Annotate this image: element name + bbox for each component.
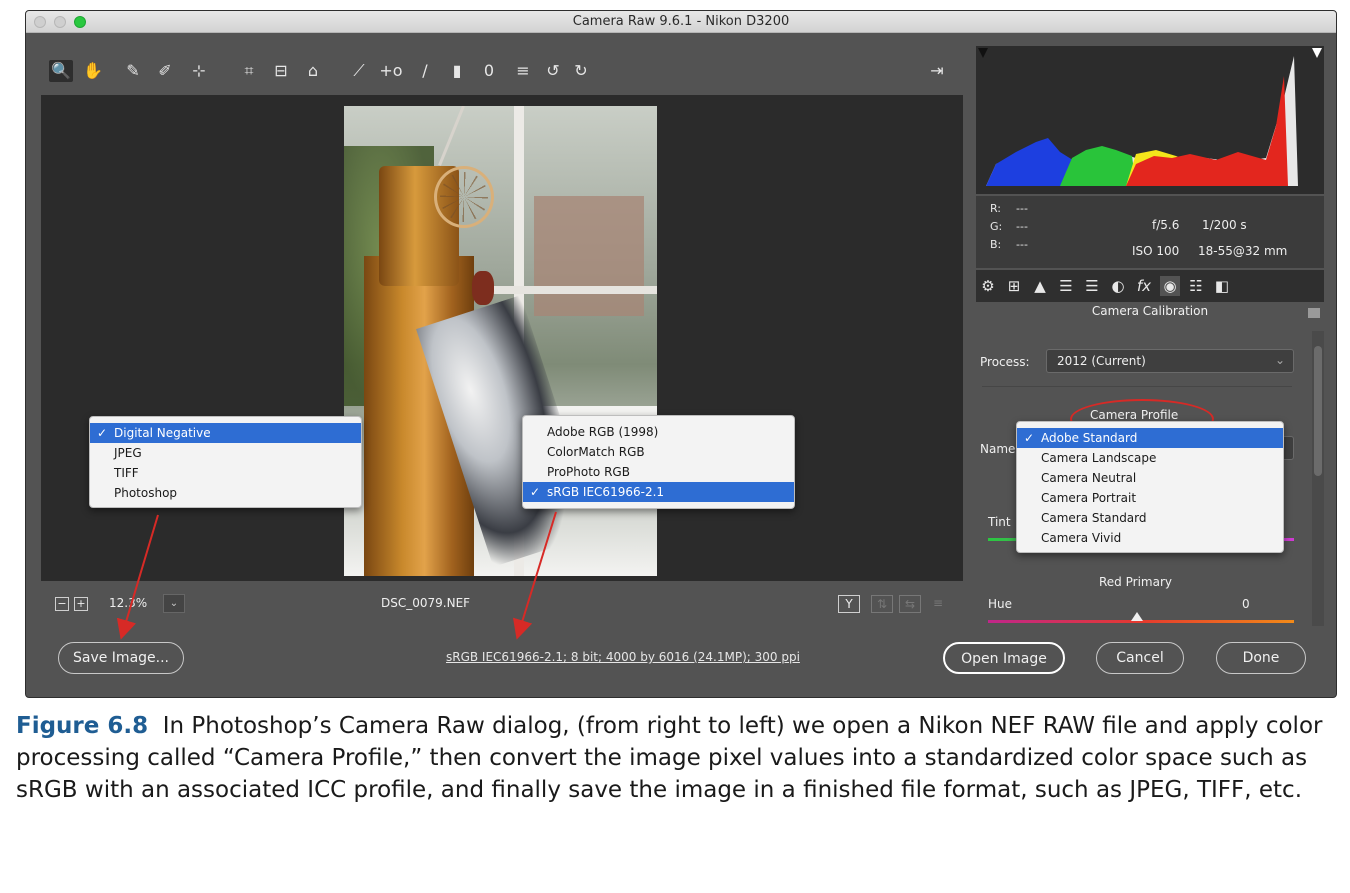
arrow-to-save-button: [116, 514, 159, 640]
caption-text: In Photoshop’s Camera Raw dialog, (from …: [16, 713, 1323, 803]
annotation-arrows: [116, 511, 557, 640]
arrow-to-workflow-link: [512, 511, 557, 640]
figure-caption: Figure 6.8 In Photoshop’s Camera Raw dia…: [16, 710, 1341, 806]
figure-number: Figure 6.8: [16, 713, 149, 739]
